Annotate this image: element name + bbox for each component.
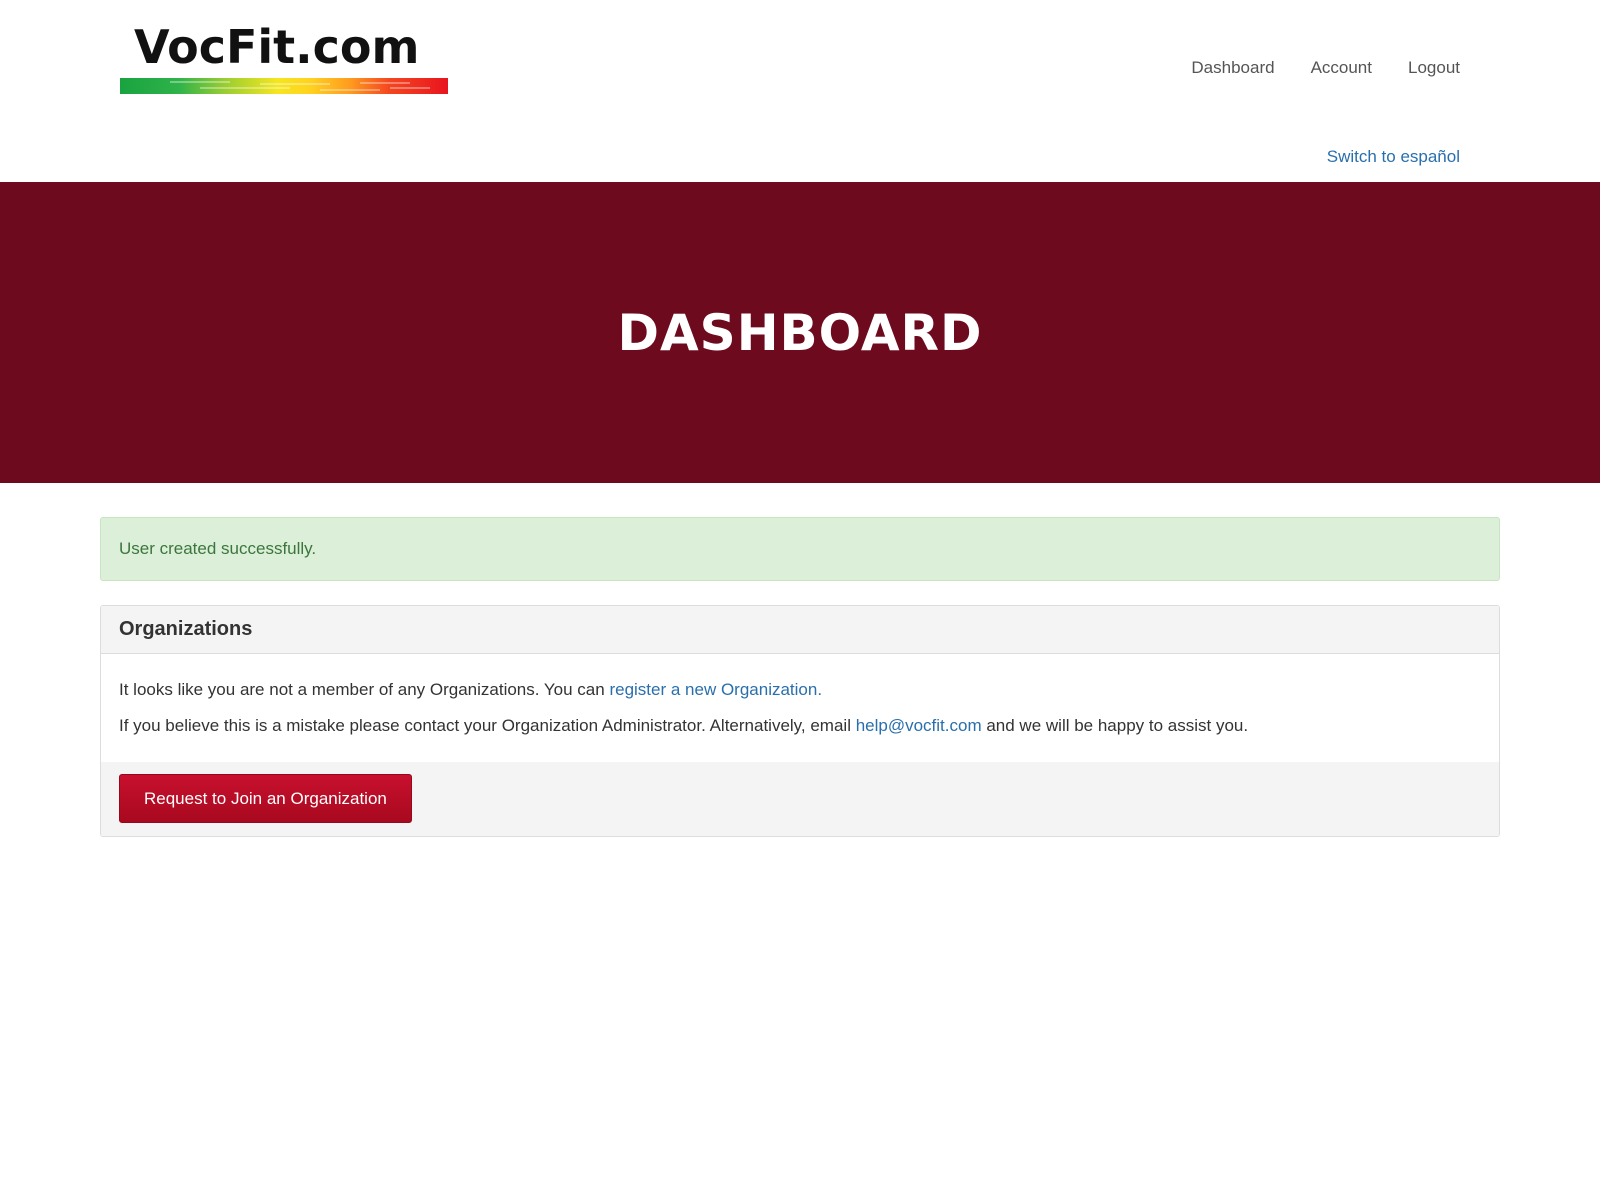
nav-account-link[interactable]: Account [1311, 56, 1372, 80]
success-alert: User created successfully. [100, 517, 1500, 581]
register-organization-link[interactable]: register a new Organization. [609, 680, 822, 699]
hero-banner: DASHBOARD [0, 182, 1600, 483]
alert-message: User created successfully. [119, 539, 317, 558]
nav-logout-link[interactable]: Logout [1408, 56, 1460, 80]
language-switch-link[interactable]: Switch to español [1327, 145, 1460, 169]
site-header: VocFit.com Dashboard Account Logout Swit… [0, 0, 1600, 182]
nav-dashboard-link[interactable]: Dashboard [1191, 56, 1274, 80]
logo-text: VocFit.com [134, 20, 420, 74]
line2-text: If you believe this is a mistake please … [119, 716, 856, 735]
organizations-panel: Organizations It looks like you are not … [100, 605, 1500, 837]
vocfit-logo[interactable]: VocFit.com [120, 18, 448, 98]
help-email-link[interactable]: help@vocfit.com [856, 716, 982, 735]
panel-footer: Request to Join an Organization [101, 762, 1499, 836]
panel-body: It looks like you are not a member of an… [101, 654, 1499, 762]
panel-heading: Organizations [101, 606, 1499, 654]
no-organization-text: It looks like you are not a member of an… [119, 672, 1481, 708]
line2-suffix-text: and we will be happy to assist you. [981, 716, 1249, 735]
page-title: DASHBOARD [617, 303, 983, 362]
main-content: User created successfully. Organizations… [100, 517, 1500, 837]
logo-color-bar [120, 78, 448, 94]
contact-admin-text: If you believe this is a mistake please … [119, 708, 1481, 744]
panel-title: Organizations [119, 618, 253, 640]
line1-text: It looks like you are not a member of an… [119, 680, 610, 699]
main-nav: Dashboard Account Logout [1191, 56, 1460, 80]
request-join-organization-button[interactable]: Request to Join an Organization [119, 774, 412, 823]
